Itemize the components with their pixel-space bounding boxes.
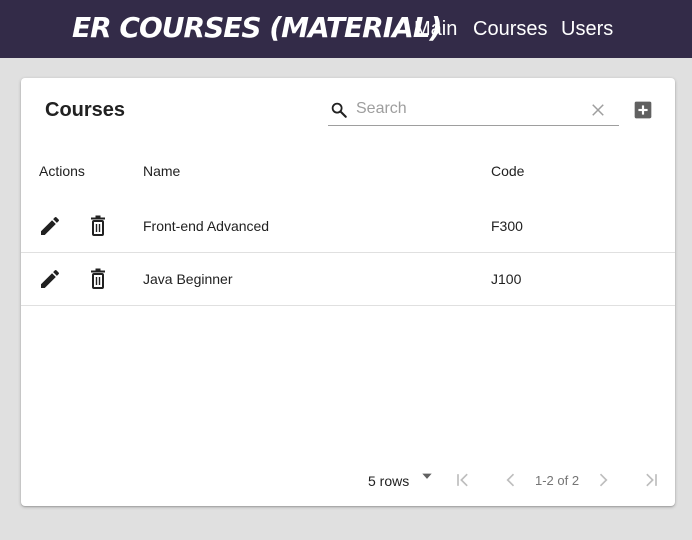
app-bar: ER COURSES (MATERIAL) Main Courses Users bbox=[0, 0, 692, 58]
trash-icon[interactable] bbox=[86, 267, 110, 291]
search-icon bbox=[331, 102, 347, 118]
courses-table-card: Courses Actions Name Code Front-end Adva… bbox=[21, 78, 675, 506]
table-title: Courses bbox=[45, 99, 126, 121]
pencil-icon[interactable] bbox=[38, 267, 62, 291]
column-header-code[interactable]: Code bbox=[491, 162, 524, 180]
nav-main[interactable]: Main bbox=[414, 16, 457, 42]
first-page-icon[interactable] bbox=[453, 470, 473, 490]
row-code: F300 bbox=[491, 218, 523, 234]
search-input[interactable] bbox=[356, 97, 576, 121]
previous-page-icon[interactable] bbox=[501, 470, 521, 490]
table-row: Front-end Advanced F300 bbox=[21, 200, 675, 253]
column-header-actions: Actions bbox=[39, 163, 85, 179]
page-info: 1-2 of 2 bbox=[535, 473, 580, 488]
row-name: Front-end Advanced bbox=[143, 218, 270, 234]
search-field bbox=[328, 93, 619, 126]
app-brand[interactable]: ER COURSES (MATERIAL) bbox=[72, 8, 442, 48]
nav-users[interactable]: Users bbox=[561, 16, 613, 42]
add-box-icon[interactable] bbox=[633, 100, 653, 120]
close-icon[interactable] bbox=[589, 101, 607, 119]
pencil-icon[interactable] bbox=[38, 214, 62, 238]
column-header-name[interactable]: Name bbox=[143, 162, 180, 180]
row-code: J100 bbox=[491, 271, 522, 287]
nav-courses[interactable]: Courses bbox=[473, 16, 547, 42]
caret-down-icon[interactable] bbox=[420, 469, 434, 483]
last-page-icon[interactable] bbox=[641, 470, 661, 490]
next-page-icon[interactable] bbox=[593, 470, 613, 490]
table-row: Java Beginner J100 bbox=[21, 253, 675, 306]
trash-icon[interactable] bbox=[86, 214, 110, 238]
rows-per-page-select[interactable]: 5 rows bbox=[368, 472, 409, 490]
row-name: Java Beginner bbox=[143, 271, 233, 287]
